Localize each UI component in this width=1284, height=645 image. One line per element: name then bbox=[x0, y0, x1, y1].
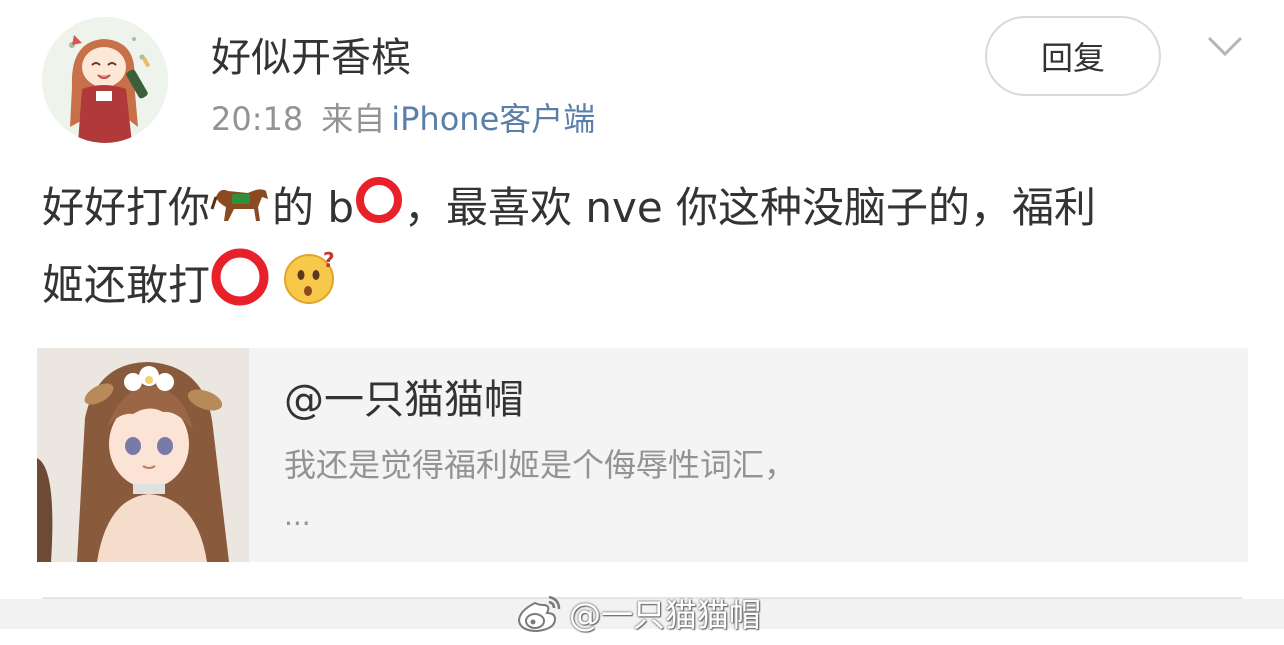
quoted-post-author[interactable]: @一只猫猫帽 bbox=[284, 374, 524, 426]
quoted-post-card[interactable]: @一只猫猫帽 我还是觉得福利姬是个侮辱性词汇， ... bbox=[37, 348, 1248, 562]
post-text-part: ，最喜欢 nve 你这种没脑子的，福利 bbox=[404, 183, 1097, 232]
post-text-part: 姬还敢打 bbox=[42, 260, 211, 309]
watermark-text: @一只猫猫帽 bbox=[569, 596, 762, 634]
quoted-post-text: 我还是觉得福利姬是个侮辱性词汇， bbox=[284, 446, 797, 484]
avatar[interactable] bbox=[42, 17, 168, 143]
chevron-down-icon[interactable] bbox=[1206, 34, 1244, 58]
weibo-logo-icon bbox=[517, 595, 561, 633]
source-link[interactable]: iPhone客户端 bbox=[391, 100, 595, 138]
quoted-post-thumbnail[interactable] bbox=[37, 348, 249, 562]
post-time: 20:18 bbox=[211, 100, 304, 138]
red-circle-icon bbox=[354, 175, 404, 247]
red-circle-icon bbox=[210, 247, 270, 329]
source-prefix: 来自 bbox=[321, 100, 386, 138]
post-author-name[interactable]: 好似开香槟 bbox=[211, 32, 411, 84]
quoted-post-ellipsis: ... bbox=[284, 499, 311, 532]
post-text-part: 好好打你 bbox=[42, 183, 211, 232]
reply-button[interactable]: 回复 bbox=[985, 16, 1161, 96]
svg-text:?: ? bbox=[323, 249, 335, 272]
watermark: @一只猫猫帽 bbox=[515, 590, 761, 636]
puzzled-face-icon: ? bbox=[283, 248, 339, 327]
horse-icon bbox=[210, 175, 272, 247]
post-text: 好好打你 的 b ，最喜欢 nve 你这种没脑子的，福利姬还敢打 ? bbox=[42, 172, 1242, 329]
post-text-part: 的 b bbox=[272, 183, 355, 232]
post-meta: 20:18 来自 iPhone客户端 bbox=[211, 98, 595, 140]
